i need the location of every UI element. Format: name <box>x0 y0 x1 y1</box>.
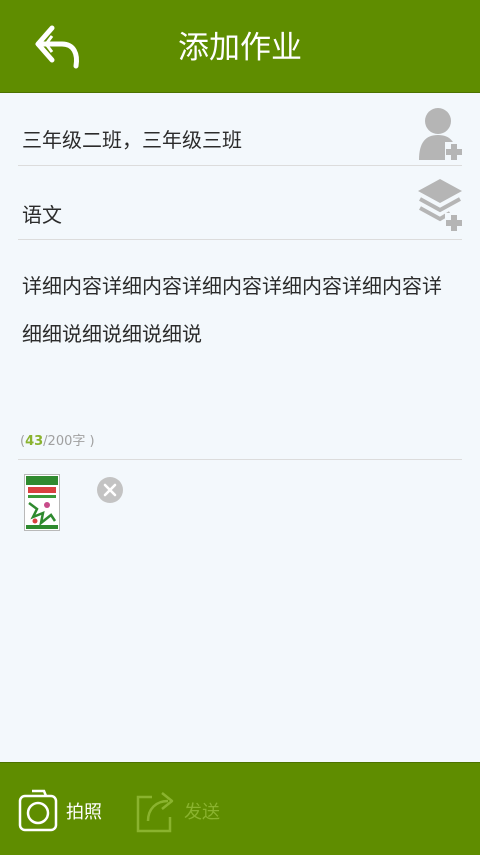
subject-value: 语文 <box>22 203 62 227</box>
send-button[interactable]: 发送 <box>136 785 226 833</box>
add-subject-button[interactable] <box>416 177 464 235</box>
attachment-thumbnail[interactable] <box>24 474 60 531</box>
share-icon <box>136 792 174 833</box>
class-row[interactable]: 三年级二班，三年级三班 <box>18 92 464 166</box>
counter-rest: /200字 ) <box>43 434 95 449</box>
send-label: 发送 <box>184 802 220 823</box>
camera-icon <box>18 789 58 832</box>
add-class-button[interactable] <box>416 104 464 164</box>
subject-row[interactable]: 语文 <box>18 165 464 240</box>
close-icon <box>103 483 117 497</box>
photo-label: 拍照 <box>66 802 102 823</box>
remove-attachment-button[interactable] <box>97 477 123 503</box>
photo-button[interactable]: 拍照 <box>18 785 108 833</box>
book-cover-thumbnail <box>25 475 59 530</box>
content-line-2: 细细说细说细说细说 <box>22 322 202 346</box>
add-contact-icon <box>419 108 463 160</box>
content-textarea[interactable]: 详细内容详细内容详细内容详细内容详细内容详 细细说细说细说细说 <box>22 262 442 358</box>
add-layers-icon <box>418 179 463 231</box>
top-bar: 添加作业 <box>0 0 480 93</box>
bottom-toolbar: 拍照 发送 <box>0 762 480 855</box>
class-value: 三年级二班，三年级三班 <box>22 128 242 152</box>
content-line-1: 详细内容详细内容详细内容详细内容详细内容详 <box>22 274 442 298</box>
char-counter: (43/200字 ) <box>20 430 95 449</box>
page-title: 添加作业 <box>178 30 302 66</box>
divider <box>18 459 462 460</box>
counter-count: 43 <box>25 434 44 449</box>
